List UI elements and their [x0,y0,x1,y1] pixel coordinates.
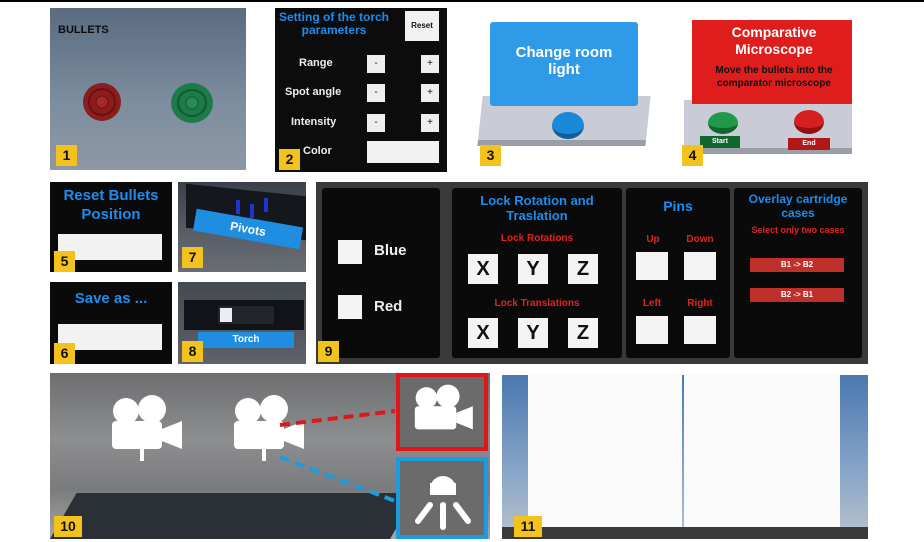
torch-panel: Torch 8 [178,282,306,364]
range-plus-button[interactable]: + [421,55,439,73]
red-label: Red [374,298,403,315]
torch-settings-panel: Setting of the torch parameters Reset Ra… [275,8,447,172]
torch-settings-title: Setting of the torch parameters [279,10,389,37]
spot-angle-minus-button[interactable]: - [367,84,385,102]
right-screen [684,375,840,535]
torch-toggle[interactable] [218,306,274,324]
number-badge: 8 [182,341,203,362]
bullets-panel: BULLETS 1 [50,8,246,170]
pin-right-label: Right [687,298,713,309]
overlay-title: Overlay cartridge cases [748,192,848,220]
spot-angle-label: Spot angle [285,86,342,98]
overlay-subtitle: Select only two cases [751,225,845,235]
range-minus-button[interactable]: - [367,55,385,73]
lock-translation-z[interactable]: Z [568,318,598,348]
number-badge: 4 [682,145,703,166]
pin-down-button[interactable] [684,252,716,280]
pin-right-button[interactable] [684,316,716,344]
camera-scene-panel: 10 [50,373,490,539]
number-badge: 1 [56,145,77,166]
camera-icon [414,384,473,430]
lock-rotations-label: Lock Rotations [500,233,574,244]
pin-left-label: Left [642,298,662,309]
torch-toggle-knob [220,308,232,322]
pin-up-label: Up [646,234,660,245]
save-as-panel: Save as ... 6 [50,282,172,364]
end-button[interactable]: End [788,138,830,150]
red-bullet-icon[interactable] [82,82,122,122]
save-as-title: Save as ... [74,290,148,307]
number-badge: 6 [54,343,75,364]
start-button[interactable]: Start [700,136,740,148]
overlay-b1-b2-button[interactable]: B1 -> B2 [750,258,844,272]
room-light-panel: Change room light 3 [477,8,656,172]
blue-label: Blue [374,242,407,259]
intensity-label: Intensity [291,116,337,128]
number-badge: 11 [514,516,542,537]
room-light-title: Change room light [515,44,613,78]
bullets-title: BULLETS [58,24,109,36]
control-panel: Blue Red Lock Rotation and Traslation Lo… [316,182,868,364]
number-badge: 7 [182,247,203,268]
torch-button[interactable]: Torch [198,332,294,348]
number-badge: 10 [54,516,82,537]
pin-left-button[interactable] [636,316,668,344]
top-border [0,0,924,2]
overlay-b2-b1-button[interactable]: B2 -> B1 [750,288,844,302]
start-button-cap[interactable] [708,112,738,134]
lock-translation-y[interactable]: Y [518,318,548,348]
spot-angle-plus-button[interactable]: + [421,84,439,102]
lock-title: Lock Rotation and Traslation [480,193,594,223]
lock-rotation-z[interactable]: Z [568,254,598,284]
intensity-plus-button[interactable]: + [421,114,439,132]
color-field[interactable] [367,141,439,163]
number-badge: 2 [279,149,300,170]
reset-bullets-title: Reset Bullets Position [63,187,159,223]
reset-bullets-panel: Reset Bullets Position 5 [50,182,172,272]
spotlight-icon [415,476,471,530]
number-badge: 9 [318,341,339,362]
microscope-subtitle: Move the bullets into the comparator mic… [715,65,833,89]
blue-checkbox[interactable] [338,240,362,264]
red-checkbox[interactable] [338,295,362,319]
pin-down-label: Down [686,234,714,245]
reset-button[interactable]: Reset [405,11,439,41]
lock-rotation-x[interactable]: X [468,254,498,284]
pin-up-button[interactable] [636,252,668,280]
comparative-microscope-panel: Comparative Microscope Move the bullets … [680,8,862,172]
lock-translations-label: Lock Translations [494,298,580,309]
number-badge: 3 [480,145,501,166]
room-light-button[interactable] [552,112,584,139]
range-label: Range [299,57,333,69]
lock-rotation-y[interactable]: Y [518,254,548,284]
left-screen [528,375,682,535]
screen-floor [502,527,868,539]
number-badge: 5 [54,251,75,272]
green-bullet-icon[interactable] [170,82,214,124]
end-button-cap[interactable] [794,110,824,134]
color-section [322,188,440,358]
pivots-panel: Pivots 7 [178,182,306,272]
intensity-minus-button[interactable]: - [367,114,385,132]
screens-panel: 11 [502,375,868,539]
pins-title: Pins [663,198,693,214]
color-label: Color [303,145,332,157]
microscope-title: Comparative Microscope [731,24,817,57]
lock-translation-x[interactable]: X [468,318,498,348]
